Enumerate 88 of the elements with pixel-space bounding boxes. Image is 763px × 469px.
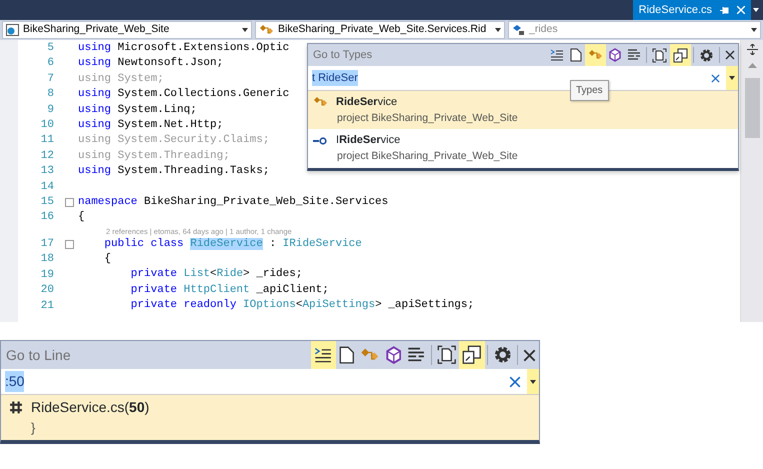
- fold-icon[interactable]: [65, 198, 74, 208]
- lines-icon: [314, 346, 333, 364]
- line-number: 15: [40, 195, 54, 210]
- code-line: using System.Threading.Tasks;: [78, 165, 270, 178]
- code-line: {: [78, 211, 85, 224]
- caret-icon[interactable]: [751, 28, 757, 32]
- close-icon: [711, 74, 720, 82]
- close-icon: [523, 348, 536, 362]
- result-name: RideService: [336, 95, 398, 110]
- scrollbar[interactable]: [740, 40, 763, 322]
- dropdown-button[interactable]: [527, 369, 539, 394]
- lines-button[interactable]: [311, 341, 336, 369]
- pin-icon[interactable]: [720, 6, 729, 14]
- code-line: {: [103, 253, 112, 266]
- scrollbar-thumb[interactable]: [744, 78, 760, 138]
- close-icon: [509, 376, 521, 388]
- tooltip: Types: [570, 80, 609, 101]
- line-number: 5: [46, 41, 54, 56]
- splitter-icon[interactable]: [746, 44, 758, 55]
- result-detail: project BikeSharing_Private_Web_Site: [336, 110, 519, 126]
- windows-icon: [462, 345, 482, 365]
- class-icon: [259, 23, 274, 37]
- gear-icon: [699, 48, 714, 62]
- code-line: using System;: [78, 72, 164, 85]
- result-item[interactable]: IRideService project BikeSharing_Private_Web_Site: [308, 129, 738, 168]
- code-line: using System.Security.Claims;: [78, 134, 270, 146]
- cube-icon: [609, 48, 621, 62]
- code-line: private HttpClient _apiClient;: [130, 284, 329, 296]
- type-dropdown[interactable]: BikeSharing_Private_Web_Site.Services.Rid: [255, 21, 505, 39]
- code-line: using System.Collections.Generic: [78, 88, 290, 100]
- file-icon: [570, 48, 582, 62]
- code-line: private List<Ride> _rides;: [130, 268, 302, 280]
- code-line: using Newtonsoft.Json;: [78, 57, 224, 70]
- line-number: 14: [40, 180, 54, 195]
- line-number: 11: [40, 133, 54, 148]
- result-detail: project BikeSharing_Private_Web_Site: [336, 148, 519, 164]
- project-icon: [6, 24, 19, 36]
- line-number: 18: [40, 252, 54, 268]
- code-line: private readonly IOptions<ApiSettings> _apiSettings;: [130, 299, 474, 312]
- line-number: 9: [46, 102, 54, 118]
- panel-title: Go to Line: [6, 346, 72, 364]
- members-icon: [627, 48, 641, 62]
- caret-icon[interactable]: [242, 28, 248, 32]
- code-line: namespace BikeSharing_Private_Web_Site.Services: [78, 196, 388, 208]
- panel-title: Go to Types: [313, 48, 374, 63]
- fold-icon[interactable]: [65, 240, 74, 249]
- code-line: using Microsoft.Extensions.Optic: [78, 42, 290, 54]
- field-icon: [512, 24, 525, 36]
- line-number: 16: [40, 210, 54, 226]
- lines-icon: [550, 48, 564, 62]
- result-name: RideService.cs(50): [31, 398, 150, 417]
- file-icon: [338, 346, 354, 364]
- line-number: 12: [40, 148, 54, 164]
- windows-icon: [673, 48, 688, 62]
- close-icon[interactable]: [737, 6, 745, 14]
- line-number: 8: [46, 87, 54, 102]
- close-icon: [725, 50, 735, 60]
- code-line: public class RideService : IRideService: [103, 238, 362, 250]
- line-number: 6: [46, 56, 54, 72]
- gear-icon: [492, 345, 512, 365]
- code-line: using System.Linq;: [78, 104, 197, 116]
- line-number: 13: [40, 164, 54, 180]
- result-item[interactable]: RideService.cs(50) }: [1, 395, 539, 440]
- document-frame-icon: [652, 48, 667, 62]
- class-icon: [588, 48, 603, 62]
- dropdown-button[interactable]: [726, 66, 738, 90]
- windows-button[interactable]: [670, 44, 691, 66]
- interface-icon: [313, 136, 328, 144]
- line-number: 7: [46, 72, 54, 87]
- hash-icon: [9, 399, 23, 416]
- result-name: IRideService: [336, 133, 400, 148]
- cube-icon: [386, 346, 402, 364]
- windows-button[interactable]: [459, 341, 484, 369]
- member-dropdown[interactable]: _rides: [508, 21, 761, 39]
- caret-icon[interactable]: [495, 28, 501, 32]
- result-detail: }: [30, 419, 36, 437]
- line-number: 19: [40, 268, 54, 283]
- line-number: 17: [40, 236, 54, 252]
- code-line: using System.Net.Http;: [78, 118, 224, 131]
- line-number: 10: [40, 118, 54, 134]
- line-number: 20: [40, 283, 54, 298]
- project-dropdown[interactable]: BikeSharing_Private_Web_Site: [2, 21, 252, 39]
- caret-icon: [729, 76, 735, 80]
- document-frame-icon: [436, 345, 456, 365]
- code-line: using System.Threading;: [78, 150, 230, 162]
- document-tab[interactable]: RideService.cs: [632, 0, 751, 20]
- line-number: 21: [40, 298, 54, 314]
- caret-icon: [530, 380, 536, 384]
